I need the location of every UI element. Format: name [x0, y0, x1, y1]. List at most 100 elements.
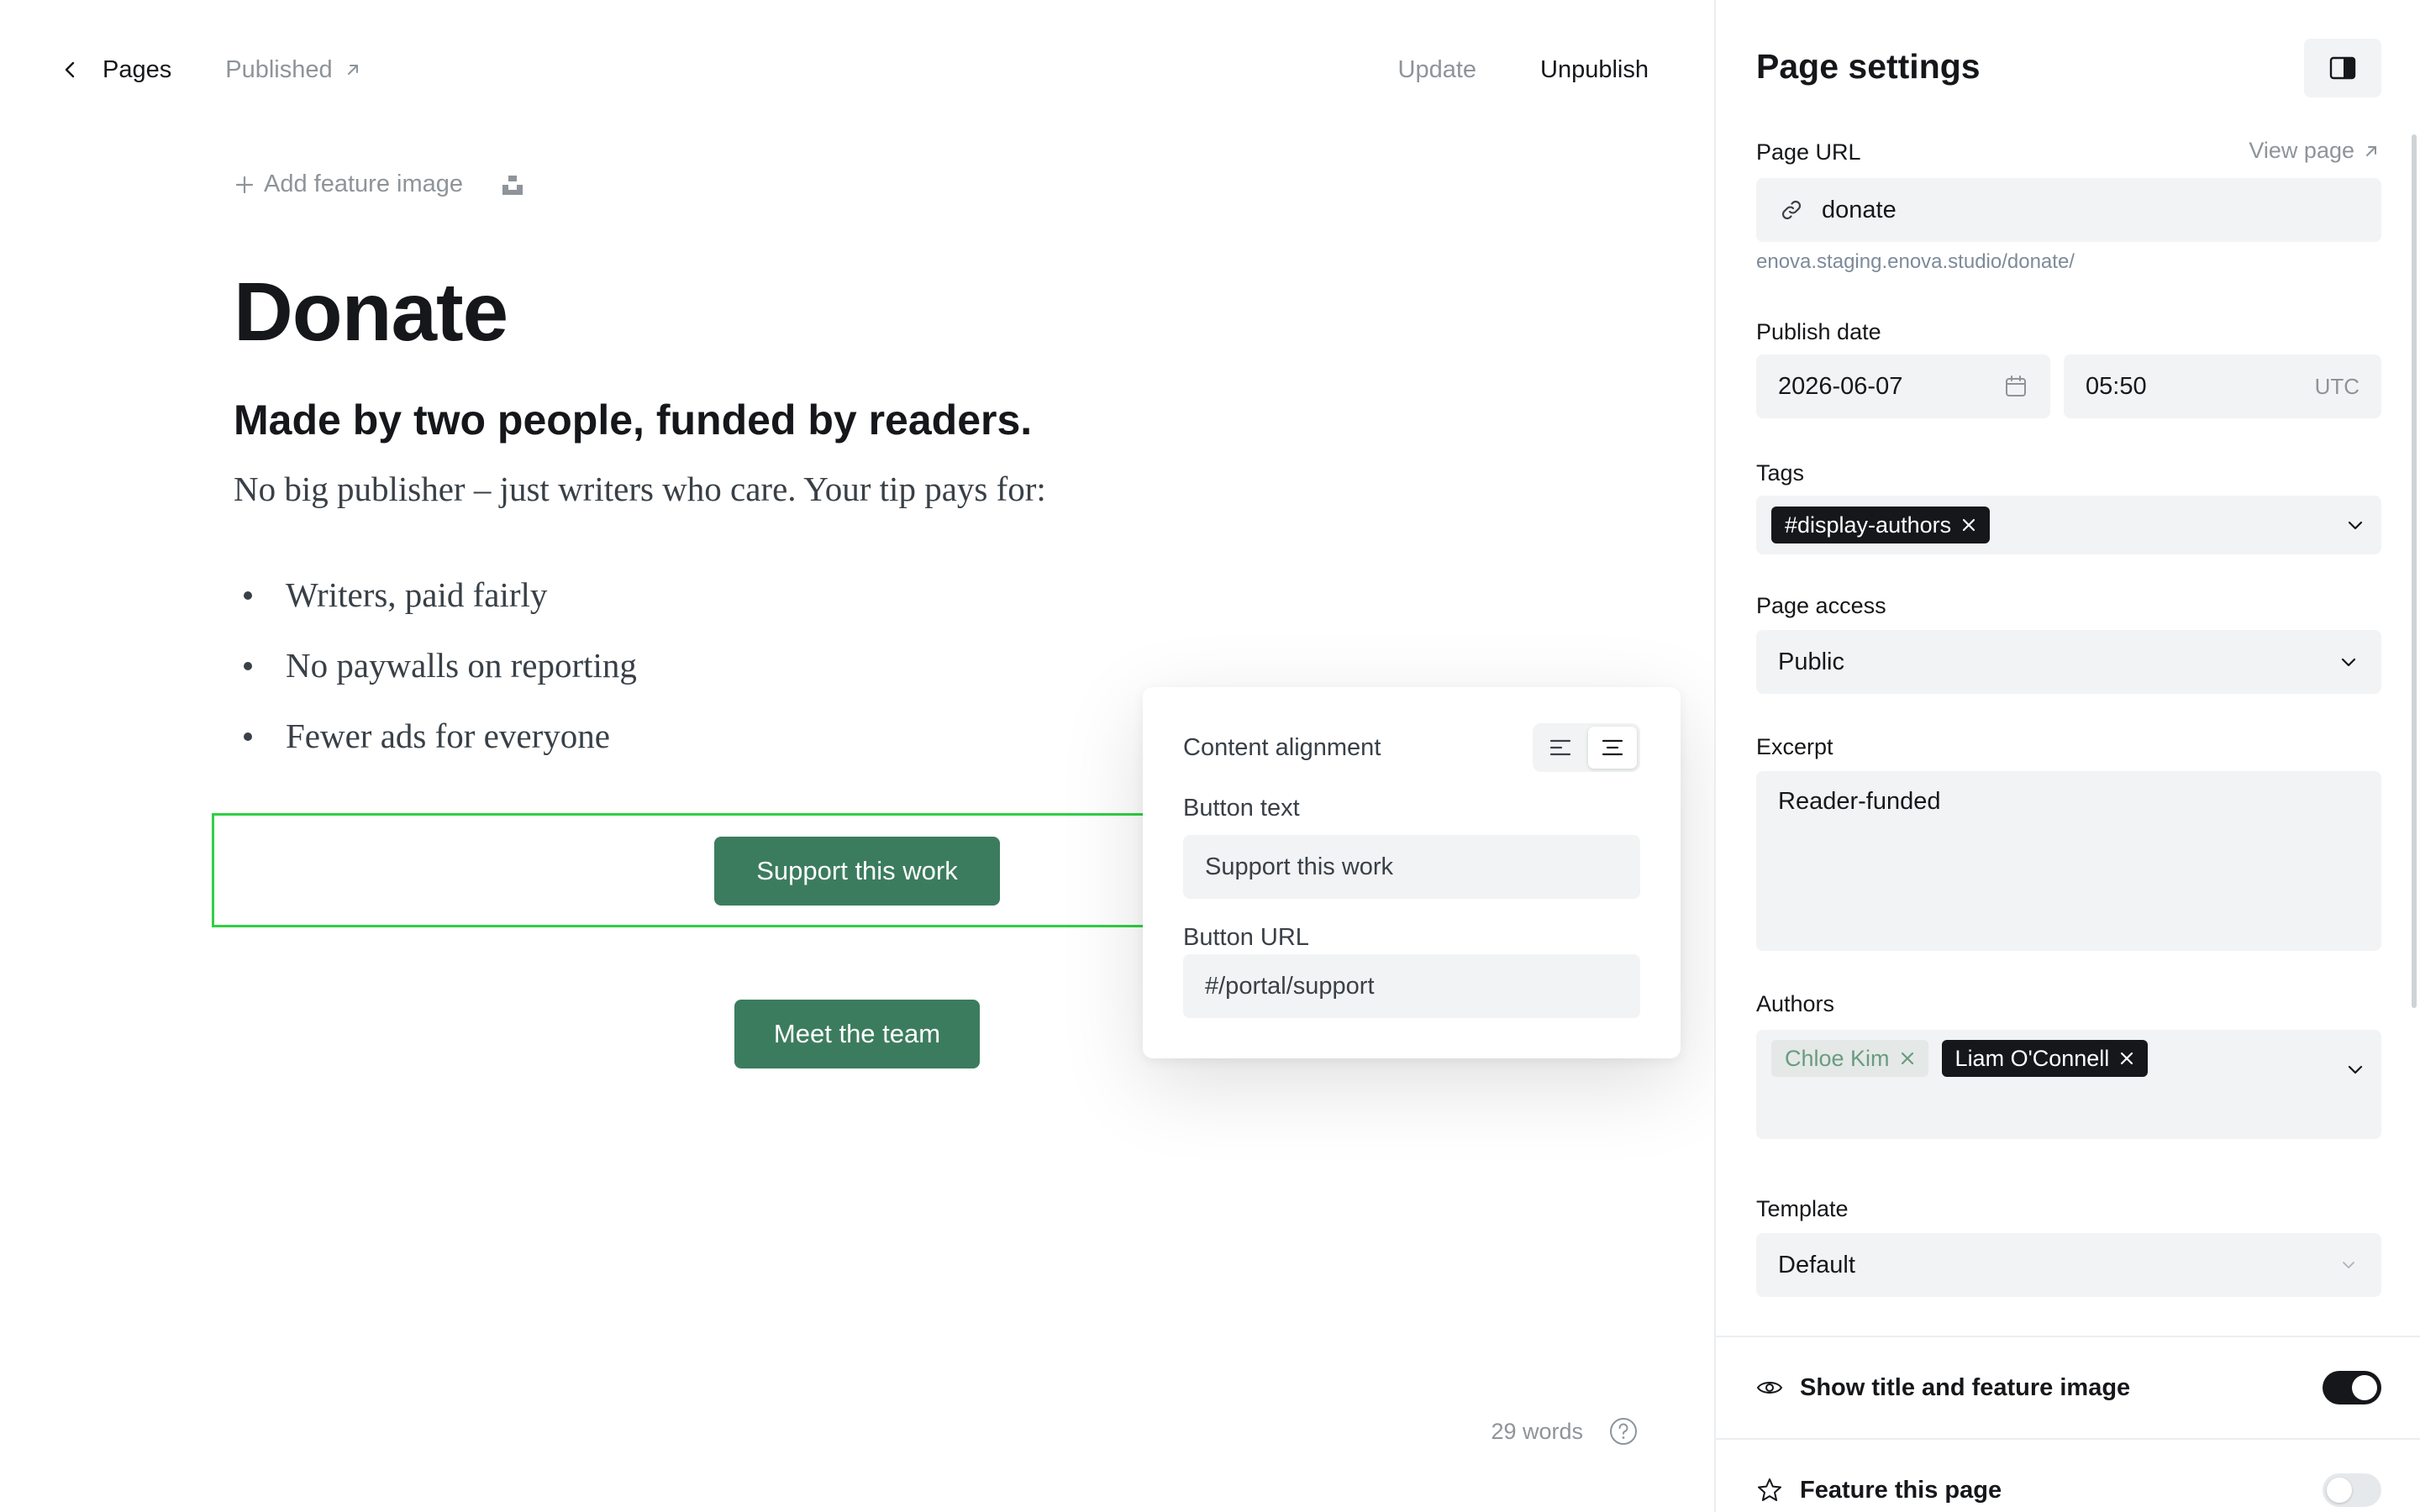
update-button[interactable]: Update — [1398, 56, 1477, 84]
publish-time-value: 05:50 — [2086, 372, 2147, 400]
feature-page-label: Feature this page — [1800, 1476, 2002, 1504]
align-center-icon — [1602, 739, 1623, 756]
show-title-row: Show title and feature image — [1756, 1369, 2381, 1406]
feature-page-row: Feature this page — [1756, 1472, 2381, 1509]
list-item[interactable]: Writers, paid fairly — [234, 571, 637, 642]
arrow-up-right-icon — [347, 65, 358, 75]
back-label: Pages — [103, 55, 172, 83]
selected-button-card-outline[interactable] — [212, 813, 1153, 927]
authors-select[interactable]: Chloe Kim Liam O'Connell — [1756, 1030, 2381, 1139]
eye-icon — [1756, 1382, 1783, 1394]
page-access-value: Public — [1778, 648, 1844, 675]
chevron-down-icon — [2341, 658, 2356, 667]
tag-chip-label: #display-authors — [1785, 512, 1952, 538]
page-url-label: Page URL — [1756, 139, 1861, 165]
tag-chip[interactable]: #display-authors — [1771, 507, 1991, 543]
toggle-sidebar-button[interactable] — [2304, 39, 2381, 97]
feature-page-label-group: Feature this page — [1756, 1477, 2002, 1504]
content-alignment-label: Content alignment — [1183, 733, 1381, 761]
feature-page-toggle[interactable] — [2323, 1473, 2381, 1507]
plus-icon — [235, 176, 254, 193]
bullet-list: Writers, paid fairly No paywalls on repo… — [234, 571, 637, 783]
list-item[interactable]: No paywalls on reporting — [234, 642, 637, 712]
button-text-input[interactable]: Support this work — [1183, 835, 1640, 899]
excerpt-label: Excerpt — [1756, 734, 1833, 759]
show-title-toggle[interactable] — [2323, 1371, 2381, 1404]
publish-time-input[interactable]: 05:50 UTC — [2064, 354, 2381, 418]
status-label: Published — [225, 55, 333, 83]
page-slug-value: donate — [1822, 196, 1897, 223]
chevron-down-icon[interactable] — [2344, 514, 2366, 536]
sidebar-panel-icon — [2329, 56, 2356, 80]
button-url-label: Button URL — [1183, 924, 1309, 951]
calendar-icon[interactable] — [2003, 374, 2028, 399]
back-to-pages-button[interactable]: Pages — [60, 56, 171, 84]
author-chip[interactable]: Liam O'Connell — [1941, 1040, 2149, 1077]
excerpt-textarea[interactable]: Reader-funded — [1756, 771, 2381, 951]
feature-image-row: Add feature image — [234, 171, 525, 198]
close-icon[interactable] — [1961, 517, 1976, 533]
intro-paragraph[interactable]: No big publisher – just writers who care… — [234, 467, 1046, 512]
arrow-up-right-icon — [2366, 145, 2376, 156]
authors-label: Authors — [1756, 991, 1835, 1016]
tags-label: Tags — [1756, 460, 1805, 486]
author-chip-label: Chloe Kim — [1785, 1045, 1890, 1071]
meet-the-team-button[interactable]: Meet the team — [734, 1000, 980, 1068]
align-center-button[interactable] — [1588, 727, 1637, 769]
button-url-input[interactable]: #/portal/support — [1183, 954, 1640, 1018]
publish-date-value: 2026-06-07 — [1778, 372, 1903, 400]
support-this-work-button[interactable]: Support this work — [714, 837, 1000, 906]
chevron-down-icon[interactable] — [2344, 1058, 2366, 1080]
align-left-button[interactable] — [1536, 727, 1585, 769]
add-feature-image-button[interactable]: Add feature image — [234, 171, 463, 198]
template-select[interactable]: Default — [1756, 1233, 2381, 1297]
divider — [1716, 1336, 2420, 1337]
chevron-down-icon — [2343, 1262, 2354, 1268]
star-icon — [1758, 1478, 1781, 1501]
button-settings-popover: Content alignment Button text Support th… — [1143, 687, 1681, 1058]
authors-chips: Chloe Kim Liam O'Connell — [1771, 1040, 2149, 1077]
content-heading[interactable]: Made by two people, funded by readers. — [234, 395, 1032, 445]
divider — [1716, 1438, 2420, 1440]
toggle-knob — [2352, 1375, 2377, 1400]
chevron-left-icon — [65, 61, 75, 78]
list-item[interactable]: Fewer ads for everyone — [234, 712, 637, 783]
page-access-select[interactable]: Public — [1756, 630, 2381, 694]
page-url-input[interactable]: donate — [1756, 178, 2381, 242]
content-alignment-row: Content alignment — [1183, 722, 1640, 773]
settings-title: Page settings — [1756, 47, 1981, 86]
word-count-label: 29 words — [1491, 1418, 1583, 1444]
show-title-label: Show title and feature image — [1800, 1373, 2131, 1401]
help-icon[interactable] — [1608, 1416, 1639, 1446]
author-chip[interactable]: Chloe Kim — [1771, 1040, 1928, 1077]
page-title[interactable]: Donate — [234, 266, 508, 358]
editor-topbar-right: Update Unpublish — [1398, 52, 1649, 87]
editor-topbar-left: Pages Published — [60, 52, 361, 87]
view-page-link[interactable]: View page — [2249, 138, 2380, 164]
template-value: Default — [1778, 1251, 1855, 1278]
view-page-label: View page — [2249, 138, 2354, 163]
editor-canvas: Pages Published Update Unpublish Add fea… — [0, 0, 1714, 1512]
timezone-label: UTC — [2314, 373, 2360, 399]
close-icon[interactable] — [2119, 1051, 2134, 1066]
word-count: 29 words — [1491, 1416, 1639, 1446]
toggle-knob — [2327, 1478, 2352, 1503]
page-url-hint: enova.staging.enova.studio/donate/ — [1756, 250, 2075, 273]
unsplash-icon[interactable] — [500, 172, 525, 197]
page-access-label: Page access — [1756, 593, 1886, 618]
button-text-label: Button text — [1183, 795, 1300, 822]
sidebar-scrollbar[interactable] — [2412, 134, 2417, 1008]
align-left-icon — [1549, 739, 1571, 756]
author-chip-label: Liam O'Connell — [1954, 1045, 2110, 1071]
close-icon[interactable] — [1900, 1051, 1915, 1066]
unpublish-button[interactable]: Unpublish — [1540, 56, 1649, 84]
add-feature-image-label: Add feature image — [264, 171, 463, 197]
template-label: Template — [1756, 1196, 1849, 1221]
show-title-label-group: Show title and feature image — [1756, 1374, 2130, 1402]
link-icon — [1781, 200, 1802, 220]
publish-date-label: Publish date — [1756, 319, 1881, 344]
alignment-toggle-group — [1533, 723, 1640, 772]
published-status-link[interactable]: Published — [225, 56, 360, 84]
tags-select[interactable]: #display-authors — [1756, 496, 2381, 554]
publish-date-input[interactable]: 2026-06-07 — [1756, 354, 2050, 418]
